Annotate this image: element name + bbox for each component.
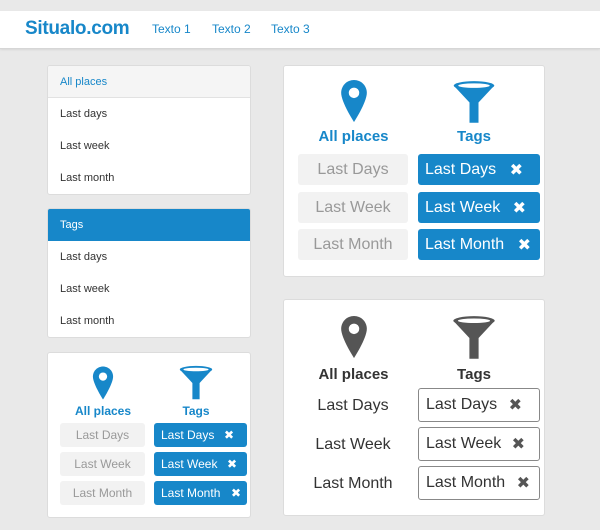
list-item-last-month[interactable]: Last month bbox=[48, 305, 250, 337]
all-places-label: All places bbox=[318, 366, 389, 383]
tag-chip-last-month[interactable]: Last Month ✖ bbox=[418, 466, 540, 500]
tag-chip-label: Last Days bbox=[425, 160, 497, 178]
tag-chip-last-week[interactable]: Last Week ✖ bbox=[418, 192, 540, 223]
place-option-last-days[interactable]: Last Days bbox=[298, 154, 408, 185]
tags-filter[interactable]: Tags bbox=[429, 80, 519, 145]
map-pin-icon bbox=[92, 366, 114, 400]
filter-card-outline: All places Tags Last Days Last Week Last… bbox=[283, 299, 545, 516]
filter-card-blue: All places Tags Last Days Last Week Last… bbox=[283, 65, 545, 277]
list-item-last-days[interactable]: Last days bbox=[48, 241, 250, 273]
close-icon[interactable]: ✖ bbox=[518, 235, 531, 255]
list-item-last-month[interactable]: Last month bbox=[48, 162, 250, 194]
close-icon[interactable]: ✖ bbox=[227, 457, 237, 471]
close-icon[interactable]: ✖ bbox=[510, 160, 523, 180]
all-places-label: All places bbox=[318, 128, 389, 145]
all-places-filter[interactable]: All places bbox=[306, 314, 401, 383]
funnel-icon bbox=[453, 316, 495, 359]
list-item-tags[interactable]: Tags bbox=[48, 209, 250, 241]
list-item-last-days[interactable]: Last days bbox=[48, 98, 250, 130]
top-navbar: Situalo.com Texto 1 Texto 2 Texto 3 bbox=[0, 11, 600, 49]
tags-label: Tags bbox=[457, 128, 491, 145]
tags-filter[interactable]: Tags bbox=[429, 315, 519, 383]
close-icon[interactable]: ✖ bbox=[231, 486, 241, 500]
tags-label: Tags bbox=[182, 404, 210, 418]
place-option-last-month[interactable]: Last Month bbox=[298, 229, 408, 260]
tag-chip-label: Last Week bbox=[425, 198, 501, 216]
tag-chip-last-week[interactable]: Last Week ✖ bbox=[154, 452, 247, 476]
tag-chip-last-month[interactable]: Last Month ✖ bbox=[418, 229, 540, 260]
place-option-last-month[interactable]: Last Month bbox=[298, 467, 408, 501]
list-item-all-places[interactable]: All places bbox=[48, 66, 250, 98]
nav-link-texto-3[interactable]: Texto 3 bbox=[271, 22, 310, 36]
nav-link-texto-2[interactable]: Texto 2 bbox=[212, 22, 251, 36]
tag-chip-label: Last Month bbox=[426, 474, 506, 491]
funnel-icon bbox=[453, 81, 495, 123]
list-item-last-week[interactable]: Last week bbox=[48, 273, 250, 305]
place-option-last-days[interactable]: Last Days bbox=[298, 389, 408, 423]
place-option-last-month[interactable]: Last Month bbox=[60, 481, 145, 505]
list-item-last-week[interactable]: Last week bbox=[48, 130, 250, 162]
place-option-last-days[interactable]: Last Days bbox=[60, 423, 145, 447]
funnel-icon bbox=[179, 365, 213, 400]
brand-logo[interactable]: Situalo.com bbox=[25, 18, 130, 40]
all-places-filter[interactable]: All places bbox=[68, 365, 138, 418]
map-pin-icon bbox=[340, 80, 367, 122]
close-icon[interactable]: ✖ bbox=[513, 198, 526, 218]
tag-chip-last-week[interactable]: Last Week ✖ bbox=[418, 427, 540, 461]
place-option-last-week[interactable]: Last Week bbox=[60, 452, 145, 476]
place-option-last-week[interactable]: Last Week bbox=[298, 428, 408, 462]
tag-chip-label: Last Week bbox=[161, 457, 218, 471]
tag-chip-last-days[interactable]: Last Days ✖ bbox=[418, 388, 540, 422]
filter-card-small: All places Tags Last Days Last Week Last… bbox=[47, 352, 251, 518]
close-icon[interactable]: ✖ bbox=[224, 428, 234, 442]
place-option-last-week[interactable]: Last Week bbox=[298, 192, 408, 223]
all-places-filter[interactable]: All places bbox=[306, 78, 401, 145]
tag-chip-label: Last Days bbox=[426, 396, 498, 413]
tag-chip-label: Last Month bbox=[425, 235, 505, 253]
tags-filter[interactable]: Tags bbox=[161, 365, 231, 418]
places-list-panel: All places Last days Last week Last mont… bbox=[47, 65, 251, 195]
all-places-label: All places bbox=[74, 404, 132, 418]
tag-chip-label: Last Days bbox=[161, 428, 215, 442]
tag-chip-label: Last Week bbox=[426, 435, 502, 452]
tag-chip-last-days[interactable]: Last Days ✖ bbox=[418, 154, 540, 185]
close-icon[interactable]: ✖ bbox=[512, 434, 525, 454]
nav-link-texto-1[interactable]: Texto 1 bbox=[152, 22, 191, 36]
tags-label: Tags bbox=[457, 366, 491, 383]
tags-list-panel: Tags Last days Last week Last month bbox=[47, 208, 251, 338]
tag-chip-last-days[interactable]: Last Days ✖ bbox=[154, 423, 247, 447]
tag-chip-label: Last Month bbox=[161, 486, 221, 500]
close-icon[interactable]: ✖ bbox=[517, 473, 530, 493]
map-pin-icon bbox=[340, 316, 367, 358]
close-icon[interactable]: ✖ bbox=[509, 395, 522, 415]
tag-chip-last-month[interactable]: Last Month ✖ bbox=[154, 481, 247, 505]
